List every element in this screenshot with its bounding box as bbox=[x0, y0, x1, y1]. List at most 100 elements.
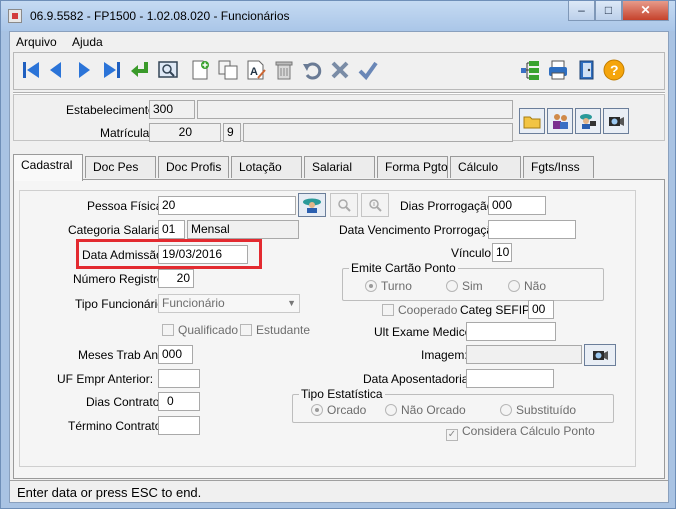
tipo-estatistica-title: Tipo Estatística bbox=[299, 387, 385, 401]
client-area: Arquivo Ajuda A ? Estabelecimento: 300 M… bbox=[9, 31, 669, 503]
radio-orcado-label: Orcado bbox=[327, 403, 367, 417]
dias-contrato-field[interactable]: 0 bbox=[158, 392, 200, 411]
estabelecimento-desc-field bbox=[197, 100, 513, 119]
tipo-funcionario-value: Funcionário bbox=[162, 296, 225, 310]
estudante-label: Estudante bbox=[256, 323, 311, 337]
tab-lotacao[interactable]: Lotação bbox=[231, 156, 302, 178]
categoria-desc-field: Mensal bbox=[187, 220, 299, 239]
person-search-icon[interactable] bbox=[575, 108, 601, 134]
close-button[interactable]: ✕ bbox=[622, 1, 669, 21]
uf-empr-field[interactable] bbox=[158, 369, 200, 388]
toolbar: A ? bbox=[13, 52, 665, 90]
imagem-label: Imagem: bbox=[421, 348, 468, 362]
previous-record-icon[interactable] bbox=[42, 56, 70, 84]
person-lookup-icon[interactable] bbox=[298, 193, 326, 217]
lookup-disabled-icon bbox=[330, 193, 358, 217]
camera-icon[interactable] bbox=[603, 108, 629, 134]
dias-contrato-label: Dias Contrato: bbox=[86, 395, 163, 409]
numero-registro-label: Número Registro: bbox=[73, 272, 168, 286]
radio-substituido-label: Substituído bbox=[516, 403, 577, 417]
tab-salarial[interactable]: Salarial bbox=[304, 156, 375, 178]
maximize-button[interactable]: □ bbox=[595, 1, 622, 21]
pessoa-fisica-field[interactable]: 20 bbox=[158, 196, 296, 215]
meses-trab-field[interactable]: 000 bbox=[158, 345, 193, 364]
estabelecimento-label: Estabelecimento: bbox=[66, 103, 159, 117]
first-record-icon[interactable] bbox=[17, 56, 45, 84]
dias-prorrogacao-field[interactable]: 000 bbox=[488, 196, 546, 215]
data-aposentadoria-field[interactable] bbox=[466, 369, 554, 388]
tab-bar: Cadastral Doc Pes Doc Profis Lotação Sal… bbox=[13, 154, 665, 181]
status-bar: Enter data or press ESC to end. bbox=[10, 480, 668, 502]
termino-contrato-label: Término Contrato: bbox=[68, 419, 165, 433]
data-vencimento-label: Data Vencimento Prorrogação: bbox=[339, 223, 504, 237]
tab-doc-profis[interactable]: Doc Profis bbox=[158, 156, 229, 178]
last-record-icon[interactable] bbox=[98, 56, 126, 84]
categoria-code-field[interactable]: 01 bbox=[158, 220, 185, 239]
copy-icon[interactable] bbox=[214, 56, 242, 84]
matricula-name-field bbox=[243, 123, 513, 142]
menu-arquivo[interactable]: Arquivo bbox=[16, 35, 57, 49]
radio-sim-label: Sim bbox=[462, 279, 483, 293]
header-panel: Estabelecimento: 300 Matrícula: 20 9 bbox=[13, 94, 665, 142]
numero-registro-field[interactable]: 20 bbox=[158, 269, 194, 288]
radio-nao-orcado-label: Não Orcado bbox=[401, 403, 466, 417]
tab-doc-pes[interactable]: Doc Pes bbox=[85, 156, 156, 178]
tab-cadastral[interactable]: Cadastral bbox=[13, 154, 83, 181]
exit-icon[interactable] bbox=[572, 56, 600, 84]
next-record-icon[interactable] bbox=[70, 56, 98, 84]
data-admissao-field[interactable]: 19/03/2016 bbox=[158, 245, 248, 264]
cooperado-checkbox[interactable]: Cooperado bbox=[382, 303, 457, 317]
svg-text:?: ? bbox=[610, 62, 619, 78]
estudante-checkbox[interactable]: Estudante bbox=[240, 323, 310, 337]
new-record-icon[interactable] bbox=[186, 56, 214, 84]
matricula-label: Matrícula: bbox=[100, 126, 153, 140]
estabelecimento-field[interactable]: 300 bbox=[149, 100, 195, 119]
application-window: 06.9.5582 - FP1500 - 1.02.08.020 - Funci… bbox=[0, 0, 676, 509]
radio-substituido[interactable]: Substituído bbox=[500, 403, 576, 417]
considera-calculo-label: Considera Cálculo Ponto bbox=[462, 424, 595, 438]
delete-icon[interactable] bbox=[270, 56, 298, 84]
radio-turno[interactable]: Turno bbox=[365, 279, 412, 293]
app-icon bbox=[8, 9, 22, 23]
tree-icon[interactable] bbox=[516, 56, 544, 84]
ult-exame-field[interactable] bbox=[466, 322, 556, 341]
open-folder-icon[interactable] bbox=[519, 108, 545, 134]
help-icon[interactable]: ? bbox=[600, 56, 628, 84]
tab-content-cadastral: Pessoa Física: 20 Dias Prorrogação: 000 … bbox=[13, 179, 665, 479]
menu-bar: Arquivo Ajuda bbox=[10, 32, 668, 52]
emite-cartao-group: Emite Cartão Ponto Turno Sim Não bbox=[342, 261, 604, 301]
undo-icon[interactable] bbox=[298, 56, 326, 84]
people-icon[interactable] bbox=[547, 108, 573, 134]
tab-fgts-inss[interactable]: Fgts/Inss bbox=[523, 156, 594, 178]
cancel-icon[interactable] bbox=[326, 56, 354, 84]
radio-sim[interactable]: Sim bbox=[446, 279, 483, 293]
menu-ajuda[interactable]: Ajuda bbox=[72, 35, 103, 49]
tab-calculo[interactable]: Cálculo bbox=[450, 156, 521, 178]
data-vencimento-field[interactable] bbox=[488, 220, 576, 239]
data-admissao-label: Data Admissão: bbox=[82, 248, 167, 262]
minimize-button[interactable]: – bbox=[568, 1, 595, 21]
matricula-field[interactable]: 20 bbox=[149, 123, 221, 142]
meses-trab-label: Meses Trab Ant: bbox=[78, 348, 165, 362]
search-icon[interactable] bbox=[154, 56, 182, 84]
qualificado-checkbox[interactable]: Qualificado bbox=[162, 323, 238, 337]
window-title: 06.9.5582 - FP1500 - 1.02.08.020 - Funci… bbox=[30, 9, 290, 23]
termino-contrato-field[interactable] bbox=[158, 416, 200, 435]
tipo-funcionario-select[interactable]: Funcionário ▼ bbox=[158, 294, 300, 313]
svg-text:A: A bbox=[250, 66, 258, 78]
considera-calculo-checkbox[interactable]: ✓ Considera Cálculo Ponto bbox=[446, 424, 595, 441]
vinculo-field[interactable]: 10 bbox=[492, 243, 512, 262]
radio-nao[interactable]: Não bbox=[508, 279, 546, 293]
title-bar[interactable]: 06.9.5582 - FP1500 - 1.02.08.020 - Funci… bbox=[1, 1, 675, 31]
goto-icon[interactable] bbox=[126, 56, 154, 84]
print-icon[interactable] bbox=[544, 56, 572, 84]
ult-exame-label: Ult Exame Medico: bbox=[374, 325, 475, 339]
zoom-disabled-icon bbox=[361, 193, 389, 217]
categ-sefip-field[interactable]: 00 bbox=[528, 300, 554, 319]
edit-icon[interactable]: A bbox=[242, 56, 270, 84]
radio-nao-orcado[interactable]: Não Orcado bbox=[385, 403, 466, 417]
image-camera-icon[interactable] bbox=[584, 344, 616, 366]
confirm-icon[interactable] bbox=[354, 56, 382, 84]
tab-forma-pgto[interactable]: Forma Pgto bbox=[377, 156, 448, 178]
radio-orcado[interactable]: Orcado bbox=[311, 403, 366, 417]
